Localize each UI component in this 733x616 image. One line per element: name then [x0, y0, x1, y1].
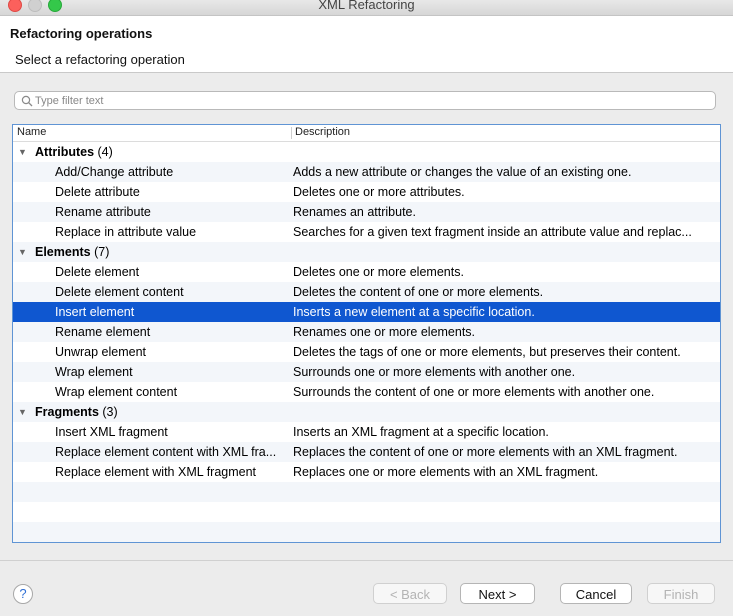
operation-row[interactable]: Delete element content Deletes the conten… — [13, 282, 720, 302]
operation-description: Deletes one or more attributes. — [293, 185, 465, 199]
operation-row[interactable]: Insert element Inserts a new element at a… — [13, 302, 720, 322]
group-count: (3) — [102, 405, 118, 419]
operation-description: Surrounds one or more elements with anot… — [293, 365, 576, 379]
filter-input[interactable] — [35, 93, 705, 108]
banner-title: Refactoring operations — [10, 26, 153, 41]
group-row[interactable]: ▼ Fragments (3) — [13, 402, 720, 422]
group-label: Elements (7) — [35, 242, 109, 262]
window-titlebar: XML Refactoring — [0, 0, 733, 16]
tree-header: Name Description — [13, 125, 720, 142]
operation-row[interactable]: Wrap element Surrounds one or more elemen… — [13, 362, 720, 382]
operation-name: Insert XML fragment — [55, 425, 168, 439]
operation-name: Rename attribute — [55, 205, 151, 219]
operation-name: Wrap element — [55, 365, 133, 379]
operations-tree[interactable]: Name Description ▼ Attributes (4) Add/Chan… — [12, 124, 721, 543]
window-title: XML Refactoring — [318, 0, 415, 12]
cancel-button[interactable]: Cancel — [560, 583, 632, 604]
group-label: Attributes (4) — [35, 142, 113, 162]
empty-row — [13, 482, 720, 502]
operation-row[interactable]: Delete attribute Deletes one or more attr… — [13, 182, 720, 202]
finish-button[interactable]: Finish — [647, 583, 715, 604]
operation-description: Inserts an XML fragment at a specific lo… — [293, 425, 549, 439]
group-count: (7) — [94, 245, 110, 259]
operation-description: Searches for a given text fragment insid… — [293, 225, 692, 239]
dialog-banner: Refactoring operations Select a refactor… — [0, 16, 733, 73]
operation-description: Deletes the content of one or more eleme… — [293, 285, 544, 299]
operation-name: Add/Change attribute — [55, 165, 174, 179]
operation-row[interactable]: Replace element content with XML fra... R… — [13, 442, 720, 462]
operation-description: Deletes the tags of one or more elements… — [293, 345, 681, 359]
empty-row — [13, 522, 720, 542]
help-button[interactable]: ? — [13, 584, 33, 604]
empty-row — [13, 542, 720, 543]
operation-description: Replaces one or more elements with an XM… — [293, 465, 599, 479]
column-header-description[interactable]: Description — [295, 126, 350, 138]
operation-row[interactable]: Replace element with XML fragment Replace… — [13, 462, 720, 482]
operation-name: Replace in attribute value — [55, 225, 197, 239]
group-label: Fragments (3) — [35, 402, 118, 422]
operation-description: Deletes one or more elements. — [293, 265, 464, 279]
operation-row[interactable]: Add/Change attribute Adds a new attribute… — [13, 162, 720, 182]
back-button[interactable]: < Back — [373, 583, 447, 604]
group-name: Attributes — [35, 145, 95, 159]
group-name: Elements — [35, 245, 91, 259]
operation-description: Adds a new attribute or changes the valu… — [293, 165, 632, 179]
filter-field[interactable] — [14, 91, 716, 110]
operation-row[interactable]: Rename attribute Renames an attribute. — [13, 202, 720, 222]
operation-name: Unwrap element — [55, 345, 147, 359]
operation-name: Delete element — [55, 265, 140, 279]
column-divider[interactable] — [291, 127, 292, 139]
search-icon — [21, 95, 33, 107]
next-button[interactable]: Next > — [460, 583, 535, 604]
operation-name: Replace element with XML fragment — [55, 465, 257, 479]
operation-row[interactable]: Insert XML fragment Inserts an XML fragme… — [13, 422, 720, 442]
operation-name: Wrap element content — [55, 385, 178, 399]
operation-row[interactable]: Unwrap element Deletes the tags of one or… — [13, 342, 720, 362]
operation-name: Rename element — [55, 325, 151, 339]
empty-row — [13, 502, 720, 522]
expand-triangle-icon[interactable]: ▼ — [18, 402, 27, 422]
column-header-name[interactable]: Name — [17, 126, 46, 138]
expand-triangle-icon[interactable]: ▼ — [18, 242, 27, 262]
banner-subtitle: Select a refactoring operation — [15, 52, 185, 67]
operation-name: Insert element — [55, 305, 135, 319]
operation-row[interactable]: Rename element Renames one or more elemen… — [13, 322, 720, 342]
group-name: Fragments — [35, 405, 99, 419]
operation-description: Renames one or more elements. — [293, 325, 476, 339]
expand-triangle-icon[interactable]: ▼ — [18, 142, 27, 162]
operation-description: Inserts a new element at a specific loca… — [293, 305, 535, 319]
group-count: (4) — [97, 145, 113, 159]
operation-description: Renames an attribute. — [293, 205, 416, 219]
tree-rows: ▼ Attributes (4) Add/Change attribute Adds … — [13, 142, 720, 543]
operation-description: Replaces the content of one or more elem… — [293, 445, 678, 459]
operation-row[interactable]: Wrap element content Surrounds the conten… — [13, 382, 720, 402]
operation-name: Delete attribute — [55, 185, 140, 199]
footer-divider — [0, 560, 733, 561]
operation-name: Delete element content — [55, 285, 184, 299]
operation-row[interactable]: Replace in attribute value Searches for a… — [13, 222, 720, 242]
operation-description: Surrounds the content of one or more ele… — [293, 385, 655, 399]
group-row[interactable]: ▼ Attributes (4) — [13, 142, 720, 162]
operation-row[interactable]: Delete element Deletes one or more elemen… — [13, 262, 720, 282]
group-row[interactable]: ▼ Elements (7) — [13, 242, 720, 262]
operation-name: Replace element content with XML fra... — [55, 445, 277, 459]
